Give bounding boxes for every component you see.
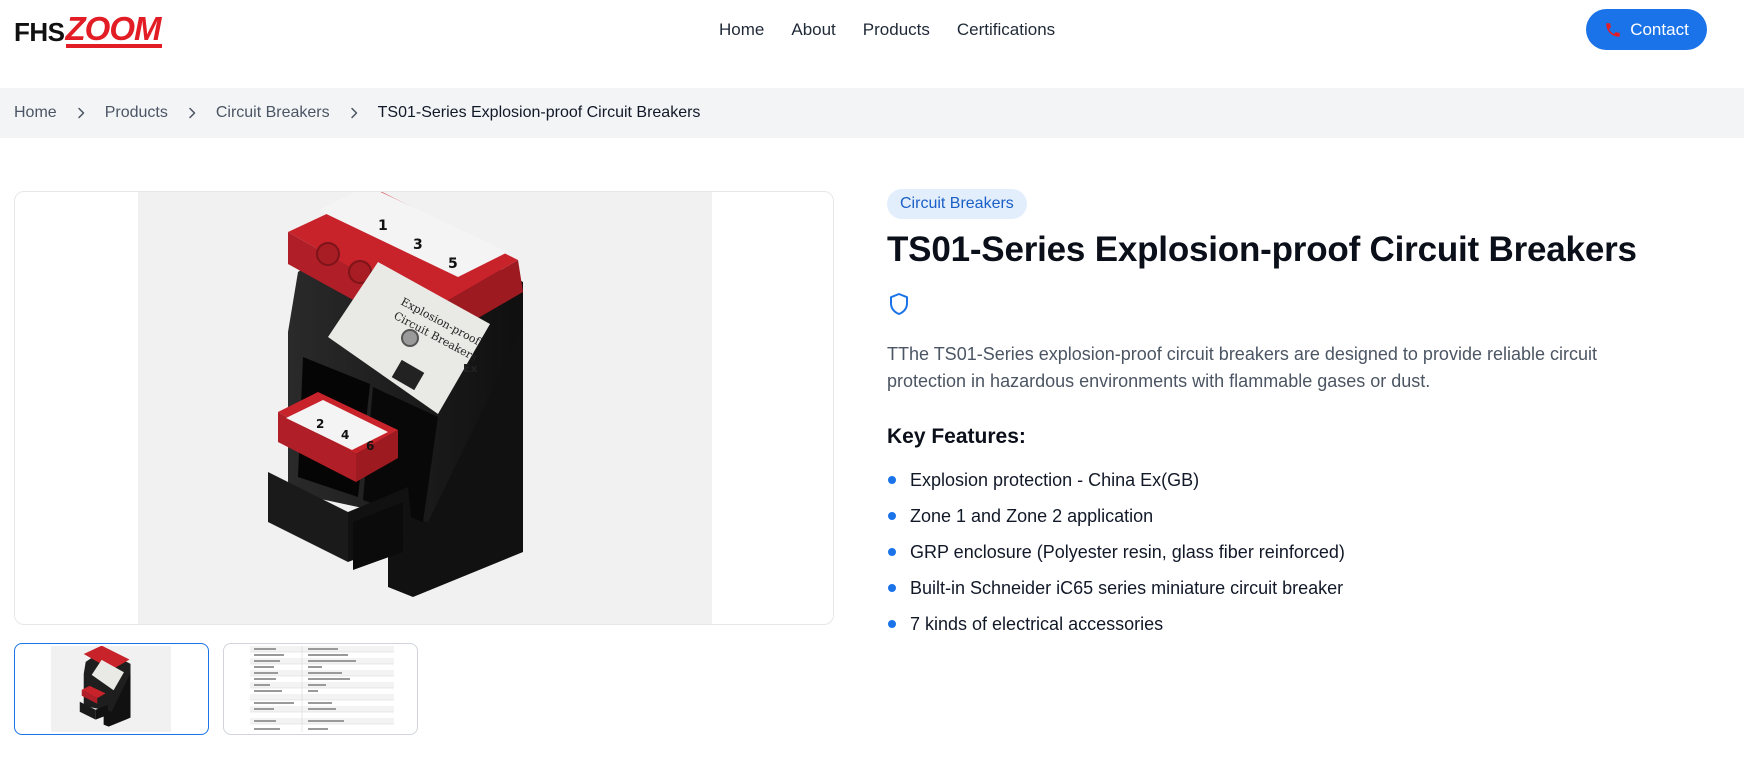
contact-button-label: Contact [1630, 19, 1689, 39]
list-item: Zone 1 and Zone 2 application [887, 501, 1345, 537]
key-features-list: Explosion protection - China Ex(GB) Zone… [887, 465, 1345, 645]
brand-logo[interactable]: FHS ZOOM [14, 10, 163, 48]
contact-button[interactable]: Contact [1586, 9, 1707, 50]
list-item: GRP enclosure (Polyester resin, glass fi… [887, 537, 1345, 573]
ex-mark: Ex [463, 362, 478, 375]
main-nav: Home About Products Certifications [719, 18, 1082, 42]
product-main-image[interactable]: 1 3 5 Explosion-proof Circuit Breakers E… [14, 191, 834, 625]
list-item: Built-in Schneider iC65 series miniature… [887, 573, 1345, 609]
chevron-right-icon [189, 107, 196, 119]
thumbnail-spec-table[interactable] [223, 643, 418, 735]
product-title: TS01-Series Explosion-proof Circuit Brea… [887, 230, 1637, 269]
breadcrumb-products[interactable]: Products [105, 104, 168, 122]
nav-certifications[interactable]: Certifications [957, 18, 1055, 42]
nav-about[interactable]: About [791, 18, 835, 42]
terminal-number-1: 1 [378, 218, 388, 234]
thumbnail-photo [51, 645, 171, 732]
breadcrumb-home[interactable]: Home [14, 104, 57, 122]
nav-home[interactable]: Home [719, 18, 764, 42]
chevron-right-icon [350, 107, 357, 119]
category-badge[interactable]: Circuit Breakers [887, 189, 1027, 219]
breadcrumb-circuit-breakers[interactable]: Circuit Breakers [216, 104, 330, 122]
terminal-number-3: 3 [413, 237, 423, 253]
site-header: FHS ZOOM Home About Products Certificati… [0, 0, 1744, 88]
logo-text-zoom: ZOOM [65, 10, 163, 48]
terminal-number-5: 5 [448, 256, 458, 272]
thumbnail-product-photo[interactable] [14, 643, 209, 735]
product-photo: 1 3 5 Explosion-proof Circuit Breakers E… [138, 192, 712, 624]
list-item: 7 kinds of electrical accessories [887, 609, 1345, 645]
shield-icon [890, 293, 908, 315]
key-features-heading: Key Features: [887, 425, 1026, 448]
terminal-number-6: 6 [366, 439, 374, 453]
product-description: TThe TS01-Series explosion-proof circuit… [887, 344, 1598, 391]
nav-products[interactable]: Products [863, 18, 930, 42]
chevron-right-icon [77, 107, 84, 119]
breadcrumb: Home Products Circuit Breakers TS01-Seri… [0, 88, 1744, 138]
spec-table-preview [250, 646, 394, 732]
phone-icon [1606, 22, 1620, 37]
terminal-number-4: 4 [341, 428, 349, 442]
terminal-number-2: 2 [316, 417, 324, 431]
list-item: Explosion protection - China Ex(GB) [887, 465, 1345, 501]
circuit-breaker-illustration: 1 3 5 Explosion-proof Circuit Breakers E… [268, 192, 523, 597]
logo-text-fhs: FHS [14, 17, 65, 47]
breadcrumb-current: TS01-Series Explosion-proof Circuit Brea… [377, 104, 701, 121]
